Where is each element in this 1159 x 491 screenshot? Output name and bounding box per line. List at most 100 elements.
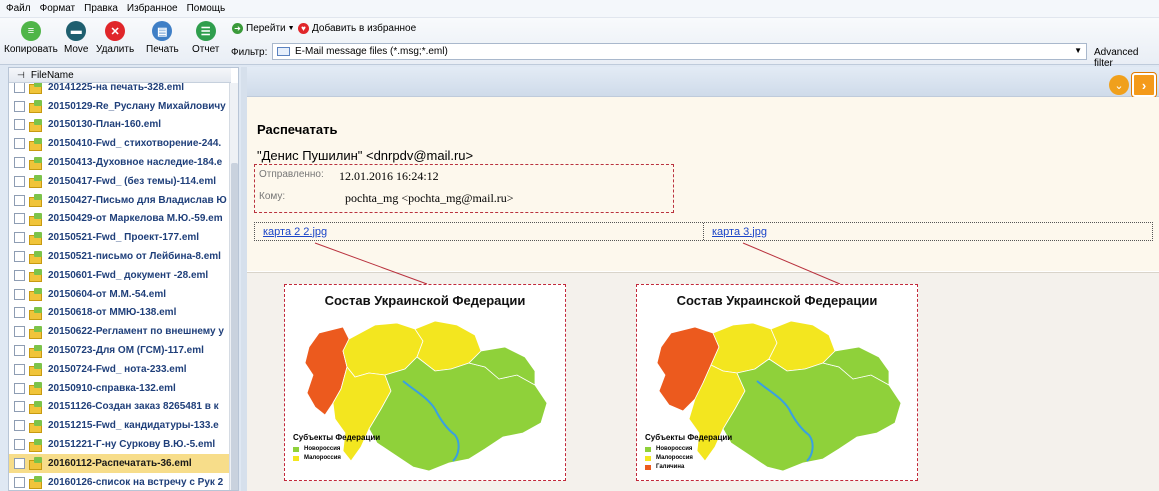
file-name: 20150413-Духовное наследие-184.e xyxy=(48,157,223,169)
file-row[interactable]: 20151215-Fwd_ кандидатуры-133.e xyxy=(9,416,231,435)
row-checkbox[interactable] xyxy=(14,81,25,93)
scrollbar-thumb[interactable] xyxy=(231,163,238,490)
row-checkbox[interactable] xyxy=(14,439,25,451)
row-checkbox[interactable] xyxy=(14,382,25,394)
email-file-icon xyxy=(29,382,43,396)
email-file-icon xyxy=(29,250,43,264)
file-list-scrollbar[interactable] xyxy=(229,83,238,490)
legend-item: Новороссия xyxy=(293,446,380,452)
row-checkbox[interactable] xyxy=(14,326,25,338)
email-file-icon xyxy=(29,118,43,132)
map-image[interactable]: Состав Украинской Федерации Субъекты Фед… xyxy=(284,284,566,481)
filter-select[interactable]: E-Mail message files (*.msg;*.eml) ▼ xyxy=(272,43,1087,60)
file-row[interactable]: 20150601-Fwd_ документ -28.eml xyxy=(9,266,231,285)
map-legend: Субъекты Федерации Новороссия Малороссия xyxy=(293,433,380,464)
file-name: 20150521-Fwd_ Проект-177.eml xyxy=(48,232,200,244)
email-file-icon xyxy=(29,419,43,433)
email-file-icon xyxy=(29,325,43,339)
file-row[interactable]: 20150521-письмо от Лейбина-8.eml xyxy=(9,247,231,266)
row-checkbox[interactable] xyxy=(14,119,25,131)
map-image[interactable]: Состав Украинской Федерации Субъекты Фед… xyxy=(636,284,918,481)
file-row[interactable]: 20150622-Регламент по внешнему у xyxy=(9,322,231,341)
print-icon: ▤ xyxy=(152,21,173,41)
email-file-icon xyxy=(29,457,43,471)
row-checkbox[interactable] xyxy=(14,363,25,375)
delete-button[interactable]: ✕ Удалить xyxy=(96,21,134,61)
menu-format[interactable]: Формат xyxy=(38,3,83,14)
leader-line xyxy=(314,242,428,285)
row-checkbox[interactable] xyxy=(14,175,25,187)
copy-button[interactable]: ≡ Копировать xyxy=(4,21,58,61)
file-row[interactable]: 20151126-Создан заказ 8265481 в к xyxy=(9,398,231,417)
chevron-down-icon: ▼ xyxy=(287,25,295,32)
legend-item: Малороссия xyxy=(293,455,380,461)
file-name: 20150601-Fwd_ документ -28.eml xyxy=(48,269,209,281)
message-preview: ⌄ › Распечатать "Денис Пушилин" <dnrpdv@… xyxy=(247,67,1159,491)
heart-icon: ♥ xyxy=(298,23,309,34)
row-checkbox[interactable] xyxy=(14,194,25,206)
leader-line xyxy=(742,242,841,285)
file-row[interactable]: 20150129-Re_Руслану Михайловичу xyxy=(9,97,231,116)
row-checkbox[interactable] xyxy=(14,213,25,225)
goto-arrow-icon: ➜ xyxy=(232,23,243,34)
file-row[interactable]: 20151221-Г-ну Суркову В.Ю.-5.eml xyxy=(9,435,231,454)
advanced-filter-link[interactable]: Advanced filter xyxy=(1094,47,1159,69)
row-checkbox[interactable] xyxy=(14,420,25,432)
file-row[interactable]: 20150618-от ММЮ-138.eml xyxy=(9,304,231,323)
file-row[interactable]: 20150429-от Маркелова М.Ю.-59.em xyxy=(9,210,231,229)
row-checkbox[interactable] xyxy=(14,307,25,319)
email-file-icon xyxy=(29,175,43,189)
row-checkbox[interactable] xyxy=(14,100,25,112)
file-name: 20150724-Fwd_ нота-233.eml xyxy=(48,363,187,375)
file-row[interactable]: 20160112-Распечатать-36.eml xyxy=(9,453,231,473)
report-icon: ☰ xyxy=(195,21,216,41)
row-checkbox[interactable] xyxy=(14,232,25,244)
file-row[interactable]: 20150410-Fwd_ стихотворение-244. xyxy=(9,134,231,153)
menu-help[interactable]: Помощь xyxy=(185,3,233,14)
menu-favorites[interactable]: Избранное xyxy=(125,3,185,14)
file-row[interactable]: 20150130-План-160.eml xyxy=(9,116,231,135)
row-checkbox[interactable] xyxy=(14,457,25,469)
menu-edit[interactable]: Правка xyxy=(82,3,125,14)
copy-icon: ≡ xyxy=(20,21,41,41)
row-checkbox[interactable] xyxy=(14,476,25,488)
row-checkbox[interactable] xyxy=(14,251,25,263)
legend-title: Субъекты Федерации xyxy=(293,433,381,442)
row-checkbox[interactable] xyxy=(14,288,25,300)
file-row[interactable]: 20150723-Для ОМ (ГСМ)-117.eml xyxy=(9,341,231,360)
row-checkbox[interactable] xyxy=(14,345,25,357)
email-file-icon xyxy=(29,100,43,114)
email-file-icon xyxy=(29,344,43,358)
file-name: 20150130-План-160.eml xyxy=(48,119,161,131)
file-row[interactable]: 20150521-Fwd_ Проект-177.eml xyxy=(9,228,231,247)
file-name: 20141225-на печать-328.eml xyxy=(48,81,184,93)
file-row[interactable]: 20160126-список на встречу с Рук 2 xyxy=(9,473,231,490)
row-checkbox[interactable] xyxy=(14,157,25,169)
file-row[interactable]: 20150604-от М.М.-54.eml xyxy=(9,285,231,304)
file-list: 20141225-на печать-328.eml 20150129-Re_Ру… xyxy=(8,67,239,491)
file-list-header[interactable]: ⊣ FileName xyxy=(9,68,231,83)
row-checkbox[interactable] xyxy=(14,401,25,413)
file-row[interactable]: 20150724-Fwd_ нота-233.eml xyxy=(9,360,231,379)
map-title: Состав Украинской Федерации xyxy=(324,293,526,308)
file-row[interactable]: 20150417-Fwd_ (без темы)-114.eml xyxy=(9,172,231,191)
email-file-icon xyxy=(29,306,43,320)
add-favorite-button[interactable]: ♥ Добавить в избранное xyxy=(298,23,416,34)
menu-file[interactable]: Файл xyxy=(4,3,38,14)
chevron-down-icon[interactable]: ▼ xyxy=(1074,46,1082,55)
file-row[interactable]: 20150413-Духовное наследие-184.e xyxy=(9,153,231,172)
print-button[interactable]: ▤ Печать xyxy=(146,21,179,61)
row-checkbox[interactable] xyxy=(14,138,25,150)
file-name: 20150622-Регламент по внешнему у xyxy=(48,326,224,338)
file-name: 20150521-письмо от Лейбина-8.eml xyxy=(48,251,221,263)
email-file-icon xyxy=(29,137,43,151)
move-button[interactable]: ▬ Move xyxy=(64,21,88,61)
file-name: 20150410-Fwd_ стихотворение-244. xyxy=(48,138,222,150)
row-checkbox[interactable] xyxy=(14,269,25,281)
goto-button[interactable]: ➜ Перейти ▼ xyxy=(232,23,295,34)
file-row[interactable]: 20150910-справка-132.eml xyxy=(9,379,231,398)
legend-item: Галичина xyxy=(645,464,732,470)
file-row[interactable]: 20150427-Письмо для Владислав Ю xyxy=(9,191,231,210)
file-name: 20160126-список на встречу с Рук 2 xyxy=(48,476,224,488)
report-button[interactable]: ☰ Отчет xyxy=(192,21,219,61)
